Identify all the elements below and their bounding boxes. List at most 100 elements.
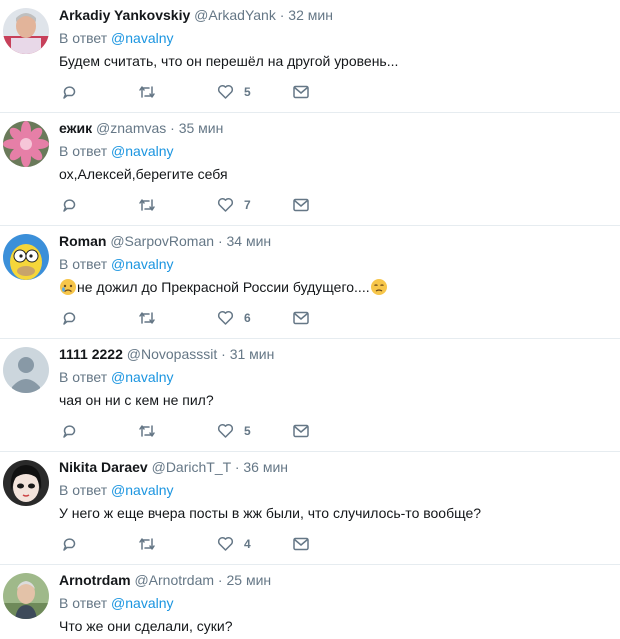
direct-message-button[interactable]	[293, 421, 309, 441]
reply-context: В ответ @navalny	[59, 28, 174, 48]
separator-dot: ·	[234, 459, 240, 475]
envelope-icon	[293, 537, 309, 551]
default-user-icon	[3, 347, 49, 393]
like-button[interactable]: 5	[217, 421, 251, 441]
heart-icon	[217, 198, 234, 212]
tweet[interactable]: Roman @SarpovRoman · 34 мин В ответ @nav…	[0, 226, 620, 339]
user-name[interactable]: Arkadiy Yankovskiy	[59, 7, 190, 23]
timestamp[interactable]: 32 мин	[288, 7, 333, 23]
envelope-icon	[293, 424, 309, 438]
timestamp[interactable]: 25 мин	[226, 572, 271, 588]
tweet-actions: 4	[60, 534, 320, 554]
reply-mention-link[interactable]: @navalny	[111, 595, 173, 611]
reply-prefix: В ответ	[59, 256, 108, 272]
reply-icon	[63, 199, 76, 212]
user-name[interactable]: 1111 2222	[59, 346, 123, 362]
like-button[interactable]: 5	[217, 82, 251, 102]
reply-mention-link[interactable]: @navalny	[111, 256, 173, 272]
reply-icon	[63, 312, 76, 325]
avatar[interactable]	[3, 234, 49, 280]
tweet[interactable]: 1111 2222 @Novopasssit · 31 мин В ответ …	[0, 339, 620, 452]
user-name[interactable]: Roman	[59, 233, 106, 249]
tweet-text-container: не дожил до Прекрасной России будущего..…	[59, 277, 388, 301]
tweet[interactable]: Arnotrdam @Arnotrdam · 25 мин В ответ @n…	[0, 565, 620, 639]
avatar[interactable]	[3, 573, 49, 619]
tweet[interactable]: Nikita Daraev @DarichT_T · 36 мин В отве…	[0, 452, 620, 565]
reply-button[interactable]	[62, 195, 78, 215]
tweet-text: Что же они сделали, суки?	[59, 618, 233, 634]
tweet-header: 1111 2222 @Novopasssit · 31 мин	[59, 344, 274, 364]
timestamp[interactable]: 34 мин	[227, 233, 272, 249]
reply-button[interactable]	[62, 82, 78, 102]
reply-mention-link[interactable]: @navalny	[111, 369, 173, 385]
reply-button[interactable]	[62, 534, 78, 554]
timestamp[interactable]: 36 мин	[243, 459, 288, 475]
separator-dot: ·	[221, 346, 226, 362]
avatar[interactable]	[3, 460, 49, 506]
reply-context: В ответ @navalny	[59, 480, 174, 500]
tweet-text: чая он ни с кем не пил?	[59, 392, 214, 408]
tweet-header: Arnotrdam @Arnotrdam · 25 мин	[59, 570, 271, 590]
separator-dot: ·	[217, 233, 223, 249]
reply-prefix: В ответ	[59, 30, 108, 46]
like-count: 4	[244, 537, 251, 551]
reply-button[interactable]	[62, 421, 78, 441]
tweet-actions: 6	[60, 308, 320, 328]
reply-button[interactable]	[62, 308, 78, 328]
tweet[interactable]: ежик @znamvas · 35 мин В ответ @navalny …	[0, 113, 620, 226]
direct-message-button[interactable]	[293, 534, 309, 554]
retweet-button[interactable]	[138, 421, 156, 441]
user-handle[interactable]: @Arnotrdam	[134, 572, 214, 588]
user-handle[interactable]: @ArkadYank	[194, 7, 276, 23]
user-handle[interactable]: @Novopasssit	[127, 346, 217, 362]
tweet[interactable]: Arkadiy Yankovskiy @ArkadYank · 32 мин В…	[0, 0, 620, 113]
cartoon-character-icon	[3, 234, 49, 280]
retweet-button[interactable]	[138, 308, 156, 328]
user-name[interactable]: Arnotrdam	[59, 572, 131, 588]
pink-flower-icon	[3, 121, 49, 167]
direct-message-button[interactable]	[293, 195, 309, 215]
timestamp[interactable]: 35 мин	[179, 120, 224, 136]
crying-face-emoji-icon	[59, 278, 77, 301]
avatar[interactable]	[3, 8, 49, 54]
reply-prefix: В ответ	[59, 143, 108, 159]
reply-mention-link[interactable]: @navalny	[111, 482, 173, 498]
timestamp[interactable]: 31 мин	[230, 346, 275, 362]
like-count: 5	[244, 85, 251, 99]
tweet-text: не дожил до Прекрасной России будущего..…	[77, 279, 370, 295]
reply-mention-link[interactable]: @navalny	[111, 143, 173, 159]
avatar[interactable]	[3, 121, 49, 167]
separator-dot: ·	[279, 7, 285, 23]
tweet-text: ох,Алексей,берегите себя	[59, 166, 228, 182]
reply-icon	[63, 538, 76, 551]
tweet-header: Arkadiy Yankovskiy @ArkadYank · 32 мин	[59, 5, 333, 25]
like-button[interactable]: 6	[217, 308, 251, 328]
retweet-button[interactable]	[138, 534, 156, 554]
direct-message-button[interactable]	[293, 82, 309, 102]
older-man-icon	[3, 573, 49, 619]
retweet-icon	[139, 425, 155, 437]
like-button[interactable]: 4	[217, 534, 251, 554]
user-name[interactable]: ежик	[59, 120, 92, 136]
tweet-text: У него ж еще вчера посты в жж были, что …	[59, 505, 482, 521]
like-count: 5	[244, 424, 251, 438]
reply-prefix: В ответ	[59, 369, 108, 385]
like-count: 6	[244, 311, 251, 325]
user-handle[interactable]: @znamvas	[96, 120, 166, 136]
reply-feed: Arkadiy Yankovskiy @ArkadYank · 32 мин В…	[0, 0, 620, 639]
user-name[interactable]: Nikita Daraev	[59, 459, 148, 475]
reply-context: В ответ @navalny	[59, 367, 174, 387]
retweet-button[interactable]	[138, 195, 156, 215]
avatar[interactable]	[3, 347, 49, 393]
tweet-header: ежик @znamvas · 35 мин	[59, 118, 223, 138]
retweet-button[interactable]	[138, 82, 156, 102]
heart-icon	[217, 537, 234, 551]
reply-context: В ответ @navalny	[59, 254, 174, 274]
tweet-header: Nikita Daraev @DarichT_T · 36 мин	[59, 457, 288, 477]
retweet-icon	[139, 312, 155, 324]
user-handle[interactable]: @DarichT_T	[152, 459, 231, 475]
like-button[interactable]: 7	[217, 195, 251, 215]
user-handle[interactable]: @SarpovRoman	[110, 233, 214, 249]
direct-message-button[interactable]	[293, 308, 309, 328]
reply-mention-link[interactable]: @navalny	[111, 30, 173, 46]
